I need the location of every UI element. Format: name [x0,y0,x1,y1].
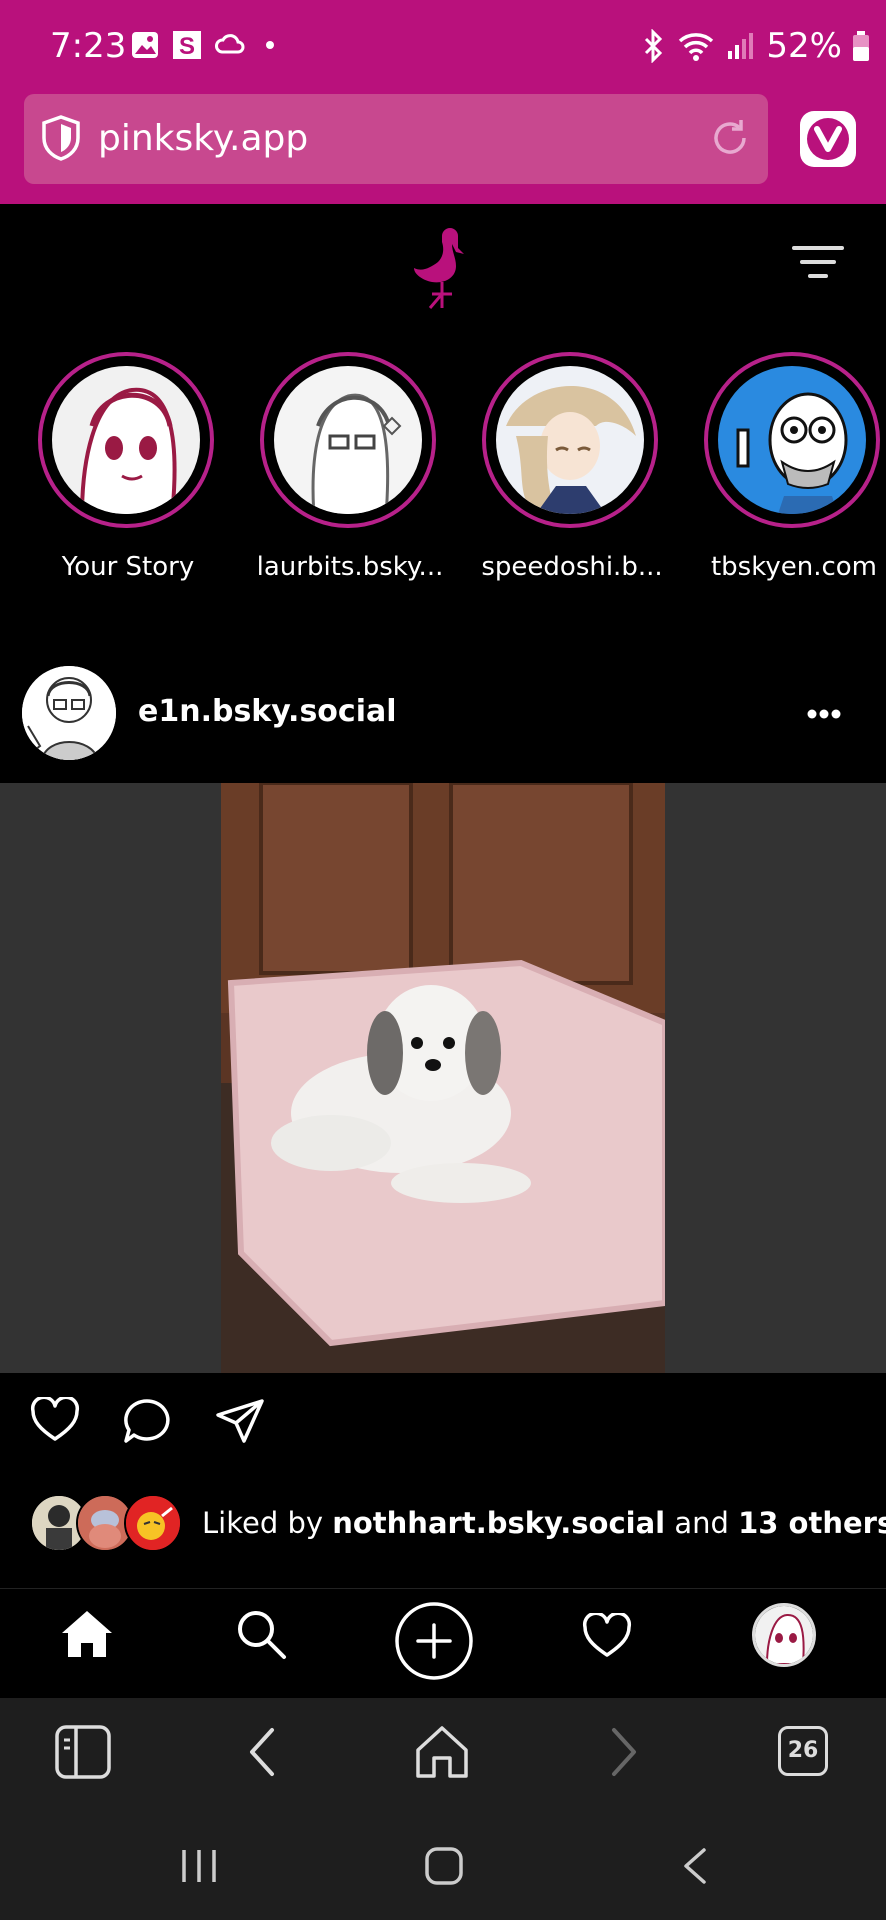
more-options-icon[interactable] [806,708,842,720]
url-field[interactable]: pinksky.app [24,94,768,184]
avatar[interactable] [22,666,116,760]
vivaldi-menu-button[interactable] [800,111,856,167]
liker-avatars[interactable] [30,1494,190,1554]
comment-icon[interactable] [122,1397,172,1445]
recent-apps-icon[interactable] [178,1846,220,1886]
dog-photo-image [221,783,665,1373]
back-arrow-icon[interactable] [244,1724,280,1780]
likes-text: Liked by nothhart.bsky.social and 13 oth… [202,1506,886,1540]
story-label[interactable]: Your Story [28,552,228,582]
filter-icon[interactable] [792,244,844,280]
wifi-icon [679,33,714,61]
story-ring[interactable] [38,352,214,528]
story-label[interactable]: tbskyen.com [694,552,886,582]
profile-avatar[interactable] [752,1603,816,1667]
avatar-image [755,1606,813,1664]
panel-toggle-icon[interactable] [54,1724,112,1780]
system-back-icon[interactable] [680,1846,710,1886]
home-icon[interactable] [414,1724,470,1780]
create-post-icon[interactable] [394,1601,474,1681]
avatar-image [22,666,116,760]
avatar[interactable] [274,366,422,514]
avatar-image [274,366,422,514]
post-actions [0,1373,886,1483]
post-username[interactable]: e1n.bsky.social [138,694,397,729]
notifications-heart-icon[interactable] [582,1613,632,1659]
cloud-icon [215,34,245,54]
post-photo[interactable] [221,783,665,1373]
forward-arrow-icon[interactable] [606,1724,642,1780]
svg-text:S: S [179,33,195,60]
home-icon[interactable] [60,1607,114,1661]
avatar[interactable] [718,366,866,514]
story-label[interactable]: speedoshi.b... [472,552,672,582]
avatar-image [126,1496,180,1550]
avatar[interactable] [496,366,644,514]
browser-toolbar: 26 [0,1698,886,1810]
avatar-image [718,366,866,514]
stories-row: Your Story laurbits.bsky... speedoshi.b.… [0,350,886,590]
search-icon[interactable] [234,1607,288,1661]
bluetooth-icon [645,29,663,63]
status-bar: 7:23 S 52% [0,0,886,92]
likes-prefix: Liked by [202,1506,333,1540]
dot-icon [266,41,274,49]
like-heart-icon[interactable] [30,1397,80,1443]
browser-address-bar: pinksky.app [0,92,886,204]
share-icon[interactable] [214,1397,266,1445]
avatar[interactable] [52,366,200,514]
app-header [0,204,886,334]
s-app-icon: S [173,31,201,60]
likes-middle: and [665,1506,739,1540]
signal-icon [728,33,754,59]
system-home-icon[interactable] [424,1846,464,1886]
avatar-image [496,366,644,514]
status-time: 7:23 [50,26,127,66]
avatar-image [52,366,200,514]
system-navigation-bar [0,1810,886,1920]
avatar[interactable] [124,1494,182,1552]
story-label[interactable]: laurbits.bsky... [250,552,450,582]
likes-summary: Liked by nothhart.bsky.social and 13 oth… [0,1488,886,1568]
story-ring[interactable] [704,352,880,528]
reload-icon[interactable] [708,116,752,160]
shield-icon[interactable] [40,114,82,162]
likes-others-link[interactable]: 13 others [738,1506,886,1540]
battery-icon [853,31,869,61]
url-text[interactable]: pinksky.app [98,118,308,159]
liked-by-user-link[interactable]: nothhart.bsky.social [332,1506,665,1540]
gallery-icon [132,32,158,58]
post-media[interactable] [0,783,886,1373]
vivaldi-icon[interactable] [800,111,856,167]
battery-percent: 52% [766,26,842,66]
story-ring[interactable] [260,352,436,528]
app-bottom-nav [0,1588,886,1699]
post-header: e1n.bsky.social [0,660,886,780]
flamingo-logo-icon[interactable] [412,222,474,312]
tabs-count-button[interactable]: 26 [778,1726,828,1776]
story-ring[interactable] [482,352,658,528]
